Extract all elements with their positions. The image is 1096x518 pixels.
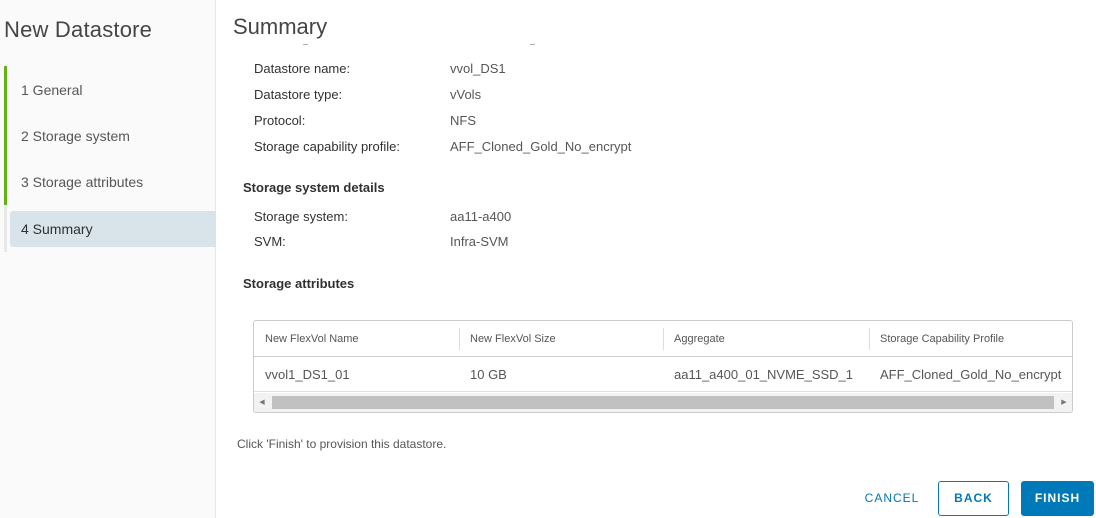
cell-flexvol-name: vvol1_DS1_01 — [265, 367, 350, 382]
horizontal-scrollbar[interactable]: ◀ ▶ — [254, 393, 1072, 412]
step-storage-system[interactable]: 2 Storage system — [10, 118, 216, 154]
scrollbar-thumb[interactable] — [272, 396, 1054, 409]
scroll-left-arrow-icon[interactable]: ◀ — [254, 393, 270, 412]
wizard-content: Summary Datastore name: vvol_DS1 Datasto… — [217, 0, 1096, 518]
back-button[interactable]: BACK — [938, 481, 1009, 516]
column-header-flexvol-size[interactable]: New FlexVol Size — [459, 321, 663, 356]
field-label: Storage system: — [254, 209, 348, 224]
finish-button[interactable]: FINISH — [1021, 481, 1094, 516]
column-header-flexvol-name[interactable]: New FlexVol Name — [254, 321, 459, 356]
cell-flexvol-size: 10 GB — [470, 367, 507, 382]
field-value: vVols — [450, 87, 482, 102]
table-row: vvol1_DS1_01 10 GB aa11_a400_01_NVME_SSD… — [254, 357, 1072, 392]
scroll-right-arrow-icon[interactable]: ▶ — [1056, 393, 1072, 412]
step-general[interactable]: 1 General — [10, 72, 216, 108]
field-label: SVM: — [254, 234, 286, 249]
step-progress-completed — [4, 66, 7, 205]
step-summary[interactable]: 4 Summary — [10, 211, 216, 247]
field-label: Protocol: — [254, 113, 306, 128]
field-value: vvol_DS1 — [450, 61, 506, 76]
field-value: aa11-a400 — [450, 209, 512, 224]
scrolled-text-remnant — [303, 44, 308, 48]
wizard-title: New Datastore — [4, 17, 153, 42]
cancel-button[interactable]: CANCEL — [860, 481, 924, 516]
field-label: Storage capability profile: — [254, 139, 400, 154]
step-storage-attributes[interactable]: 3 Storage attributes — [10, 164, 216, 200]
column-header-storage-capability-profile[interactable]: Storage Capability Profile — [869, 321, 1072, 356]
column-header-aggregate[interactable]: Aggregate — [663, 321, 869, 356]
page-title: Summary — [233, 14, 328, 39]
field-value: AFF_Cloned_Gold_No_encrypt — [450, 139, 632, 154]
field-label: Datastore name: — [254, 61, 351, 76]
finish-hint: Click 'Finish' to provision this datasto… — [237, 437, 447, 451]
cell-aggregate: aa11_a400_01_NVME_SSD_1 — [674, 367, 854, 382]
cell-storage-capability-profile: AFF_Cloned_Gold_No_encrypt — [880, 367, 1062, 382]
table-header: New FlexVol Name New FlexVol Size Aggreg… — [254, 321, 1072, 357]
section-storage-attributes: Storage attributes — [243, 276, 355, 291]
field-value: Infra-SVM — [450, 234, 509, 249]
section-storage-system-details: Storage system details — [243, 180, 385, 195]
field-value: NFS — [450, 113, 476, 128]
storage-attributes-table: New FlexVol Name New FlexVol Size Aggreg… — [253, 320, 1073, 413]
wizard-sidebar: New Datastore 1 General 2 Storage system… — [0, 0, 216, 518]
field-label: Datastore type: — [254, 87, 343, 102]
scrolled-text-remnant — [530, 44, 535, 48]
